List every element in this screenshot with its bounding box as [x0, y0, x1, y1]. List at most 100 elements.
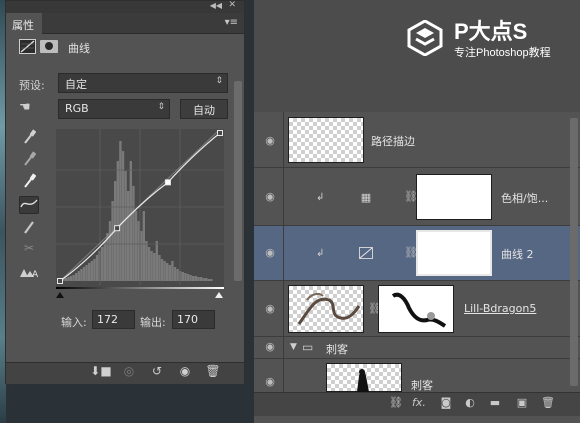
- visibility-icon[interactable]: ◉: [174, 364, 196, 382]
- preset-value: 自定: [65, 78, 87, 91]
- pencil-icon[interactable]: [19, 219, 39, 237]
- auto-button[interactable]: 自动: [180, 99, 228, 119]
- output-field[interactable]: 170: [172, 310, 215, 329]
- eyedropper-black-icon[interactable]: [19, 129, 39, 147]
- dropdown-arrows-icon: ⇕: [215, 76, 223, 86]
- curve-control-point[interactable]: [114, 225, 121, 232]
- group-name: 刺客: [326, 343, 348, 356]
- histogram-bar: [119, 141, 122, 281]
- histogram-bar: [173, 267, 177, 281]
- histogram-bar: [160, 259, 164, 281]
- layer-group-row[interactable]: ◉ ▼ ▭ 刺客: [254, 337, 580, 359]
- mask-artwork: [391, 292, 447, 328]
- layer-thumbnail: [326, 363, 402, 392]
- layer-mask-thumbnail: [416, 174, 492, 220]
- histogram-bar: [192, 276, 195, 281]
- hue-saturation-icon: ▦: [360, 191, 372, 204]
- histogram-bar: [153, 253, 156, 281]
- histogram-bar: [121, 151, 125, 281]
- on-image-adjust-hand-icon[interactable]: ☚: [19, 100, 31, 115]
- watermark-subtitle: 专注Photoshop教程: [454, 47, 551, 59]
- histogram-bar: [132, 186, 135, 281]
- delete-icon[interactable]: 🗑: [202, 364, 224, 382]
- histogram-bar: [93, 259, 96, 281]
- histogram-bar: [168, 265, 171, 281]
- layer-row-selected[interactable]: ◉ ↲ ⛓ 曲线 2: [254, 226, 580, 281]
- histogram-bar: [176, 269, 179, 281]
- layer-mask-icon[interactable]: [40, 40, 58, 53]
- histogram-bar: [163, 261, 166, 281]
- add-mask-icon[interactable]: ◙: [437, 396, 455, 412]
- eye-icon[interactable]: ◉: [262, 246, 278, 262]
- eye-icon[interactable]: ◉: [262, 302, 278, 318]
- curve-control-point[interactable]: [164, 179, 171, 186]
- histogram-bar: [127, 191, 130, 281]
- clipping-arrow-icon: ↲: [316, 248, 325, 259]
- histogram-bar: [134, 211, 138, 281]
- view-previous-icon[interactable]: ◎: [118, 364, 140, 382]
- eye-icon[interactable]: ◉: [262, 340, 278, 356]
- tab-properties[interactable]: 属性: [6, 13, 42, 34]
- link-icon[interactable]: ⛓: [387, 396, 405, 412]
- preset-label: 预设:: [19, 79, 45, 92]
- histogram-bar: [103, 241, 106, 281]
- histogram-bar: [202, 278, 205, 281]
- histogram-bar: [108, 221, 112, 281]
- histogram-bar: [207, 279, 210, 281]
- histogram-bar: [194, 276, 197, 281]
- input-field[interactable]: 172: [92, 310, 135, 329]
- eyedropper-gray-icon[interactable]: [19, 151, 39, 169]
- histogram-bar: [82, 267, 86, 281]
- layer-row[interactable]: ◉ 路径描边: [254, 112, 580, 168]
- clip-to-layer-icon[interactable]: ⬇■: [90, 364, 112, 382]
- eyedropper-white-icon[interactable]: [19, 173, 39, 191]
- curve-graph[interactable]: [56, 129, 224, 289]
- histogram-bar: [205, 278, 208, 281]
- black-point-slider[interactable]: [56, 292, 64, 298]
- expand-arrow-icon[interactable]: ▼: [290, 342, 297, 352]
- histogram-bar: [171, 261, 174, 281]
- histogram-bar: [158, 255, 161, 281]
- new-group-icon[interactable]: ▬: [486, 396, 504, 412]
- layers-scrollbar[interactable]: [570, 118, 578, 386]
- collapse-icon[interactable]: ◀◀: [210, 1, 222, 10]
- curve-control-point[interactable]: [57, 278, 63, 284]
- curve-edit-tool-icon[interactable]: [19, 196, 39, 214]
- histogram-bar: [197, 277, 200, 281]
- adjustment-layer-icon[interactable]: ◐: [461, 396, 479, 412]
- histogram-bar: [90, 261, 93, 281]
- curve-control-point[interactable]: [217, 130, 223, 136]
- clipping-warning-icon[interactable]: A: [19, 265, 39, 283]
- histogram-bar: [101, 247, 104, 281]
- eye-icon[interactable]: ◉: [262, 190, 278, 206]
- properties-scrollbar[interactable]: [234, 81, 242, 281]
- curves-adjustment-icon[interactable]: [19, 39, 36, 54]
- white-point-slider[interactable]: [215, 292, 223, 298]
- eye-icon[interactable]: ◉: [262, 375, 278, 391]
- layer-thumbnail: [288, 117, 364, 163]
- eye-icon[interactable]: ◉: [262, 134, 278, 150]
- layer-row[interactable]: ◉ ↲ ▦ ⛓ 色相/饱...: [254, 168, 580, 226]
- layer-mask-thumbnail: [378, 285, 454, 333]
- histogram-bar: [145, 241, 148, 281]
- histogram-bar: [69, 276, 73, 281]
- layer-row[interactable]: ◉ 刺客: [254, 359, 580, 392]
- panel-menu-icon[interactable]: ▾≡: [225, 17, 238, 28]
- folder-icon: ▭: [302, 340, 314, 354]
- panel-title-bar[interactable]: ◀◀ ✕: [6, 0, 244, 13]
- layer-name: 路径描边: [371, 135, 415, 148]
- histogram-bar: [75, 273, 78, 281]
- smooth-curve-icon[interactable]: ✂: [19, 241, 39, 259]
- new-layer-icon[interactable]: ▣: [513, 396, 531, 412]
- layer-row[interactable]: ◉ ⛓ Lill-Bdragon5: [254, 281, 580, 337]
- close-icon[interactable]: ✕: [228, 0, 236, 10]
- histogram-bar: [184, 273, 187, 281]
- properties-panel: ◀◀ ✕ 属性 ▾≡ 曲线 预设: 自定 ⇕ ☚ RGB ⇕ 自动 ✂ A 输入…: [5, 0, 245, 384]
- channel-dropdown[interactable]: RGB ⇕: [58, 99, 170, 119]
- histogram-bar: [85, 265, 88, 281]
- fx-icon[interactable]: fx.: [410, 396, 428, 412]
- reset-icon[interactable]: ↺: [146, 364, 168, 382]
- preset-dropdown[interactable]: 自定 ⇕: [58, 73, 228, 93]
- histogram-bar: [77, 271, 80, 281]
- trash-icon[interactable]: 🗑: [539, 396, 557, 412]
